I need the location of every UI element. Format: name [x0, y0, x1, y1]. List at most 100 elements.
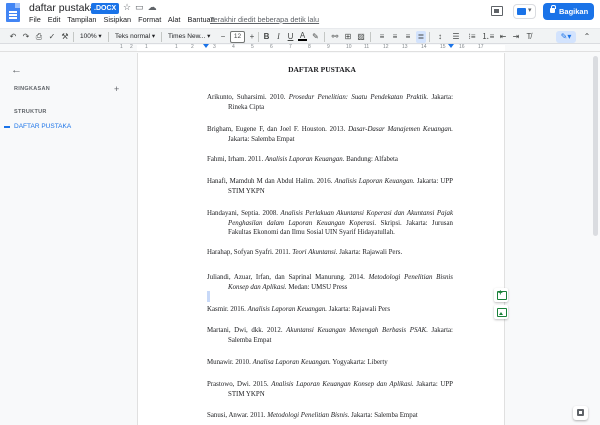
explore-icon[interactable]	[573, 406, 588, 420]
outline-item-daftar-pustaka[interactable]: DAFTAR PUSTAKA	[14, 123, 71, 130]
font-size-input[interactable]: 12	[230, 31, 245, 43]
star-icon[interactable]: ☆	[123, 2, 135, 12]
menu-format[interactable]: Format	[138, 15, 161, 24]
left-indent-marker[interactable]	[203, 44, 209, 48]
add-comment-icon[interactable]	[494, 288, 508, 302]
formatting-toolbar: ↶ ↷ ⎙ ✓ ⚒ 100% ▾ Teks normal ▾ Times New…	[0, 28, 600, 44]
toolbar-divider	[324, 32, 325, 42]
ruler-number: 14	[421, 44, 427, 50]
document-page[interactable]: DAFTAR PUSTAKA Arikunto, Suharsimi. 2010…	[137, 53, 505, 425]
menu-view[interactable]: Tampilan	[67, 15, 96, 24]
entry-title: Analisis Laporan Keuangan.	[247, 306, 328, 313]
menu-file[interactable]: File	[29, 15, 41, 24]
bibliography-entry: Harahap, Sofyan Syafri. 2011. Teori Akun…	[207, 248, 453, 258]
toolbar-divider	[108, 32, 109, 42]
menu-edit[interactable]: Edit	[48, 15, 61, 24]
ruler-number: 9	[327, 44, 330, 50]
ruler-number: 3	[213, 44, 216, 50]
clear-formatting-icon[interactable]: T̸	[524, 31, 534, 43]
meet-button[interactable]	[513, 4, 536, 19]
comment-history-icon[interactable]	[491, 6, 503, 16]
decrease-indent-icon[interactable]: ⇤	[498, 31, 508, 43]
ruler-number: 1	[120, 44, 123, 50]
entry-title: Dasar-Dasar Manajemen Keuangan.	[348, 126, 453, 133]
last-edit-link[interactable]: Terakhir diedit beberapa detik lalu	[210, 15, 319, 24]
document-title[interactable]: daftar pustaka	[29, 2, 96, 14]
back-arrow-icon[interactable]: ←	[11, 64, 22, 76]
underline-icon[interactable]: U	[286, 31, 295, 43]
font-select[interactable]: Times New... ▾	[168, 31, 210, 43]
increase-font-size-icon[interactable]: +	[248, 31, 256, 43]
entry-publisher: Yogyakarta: Liberty	[332, 359, 388, 366]
suggest-edit-icon[interactable]	[494, 305, 508, 319]
ruler-number: 7	[289, 44, 292, 50]
bibliography-entry: Brigham, Eugene F, dan Joel F. Houston. …	[207, 125, 453, 144]
structure-heading: STRUKTUR	[14, 109, 47, 115]
entry-publisher: Jakarta: Rajawali Pers	[328, 306, 391, 313]
move-folder-icon[interactable]: ▭	[135, 2, 148, 12]
ruler-number: 12	[383, 44, 389, 50]
ruler-number: 2	[191, 44, 194, 50]
insert-image-icon[interactable]: ▨	[356, 31, 366, 43]
highlight-icon[interactable]: ✎	[311, 31, 320, 43]
bulleted-list-icon[interactable]: ⁝≡	[465, 31, 479, 43]
insert-comment-icon[interactable]: ⊞	[343, 31, 353, 43]
cloud-saved-icon[interactable]: ☁	[148, 2, 161, 12]
bibliography-entry: Fahmi, Irham. 2011. Analisis Laporan Keu…	[207, 155, 453, 165]
toolbar-divider	[73, 32, 74, 42]
zoom-select[interactable]: 100% ▾	[80, 31, 102, 43]
undo-icon[interactable]: ↶	[8, 31, 18, 43]
text-color-icon[interactable]: A	[298, 31, 307, 41]
entry-author: Prastowo, Dwi. 2015.	[207, 381, 269, 388]
print-icon[interactable]: ⎙	[34, 31, 44, 43]
paint-format-icon[interactable]: ⚒	[60, 31, 70, 43]
entry-title: Teori Akuntansi.	[292, 249, 338, 256]
decrease-font-size-icon[interactable]: −	[219, 31, 227, 43]
share-button[interactable]: Bagikan	[543, 3, 594, 20]
menu-insert[interactable]: Sisipkan	[104, 15, 132, 24]
toolbar-divider	[258, 32, 259, 42]
align-center-icon[interactable]: ≡	[390, 31, 400, 43]
entry-publisher: Jakarta: Salemba Empat	[351, 412, 418, 419]
entry-author: Martani, Dwi, dkk. 2012.	[207, 327, 283, 334]
line-spacing-icon[interactable]: ↕	[434, 31, 446, 43]
bibliography-entry: Munawir. 2010. Analisa Laporan Keuangan.…	[207, 358, 453, 368]
link-icon[interactable]: ⚯	[330, 31, 340, 43]
align-justify-icon[interactable]: ≣	[416, 31, 426, 43]
increase-indent-icon[interactable]: ⇥	[511, 31, 521, 43]
italic-icon[interactable]: I	[274, 31, 283, 43]
align-left-icon[interactable]: ≡	[377, 31, 387, 43]
right-indent-marker[interactable]	[448, 44, 454, 48]
entry-author: Juliandi, Azuar, Irfan, dan Saprinal Man…	[207, 274, 365, 281]
add-summary-icon[interactable]: +	[114, 84, 119, 94]
title-bar: daftar pustaka .DOCX ☆▭☁ File Edit Tampi…	[0, 0, 600, 28]
menu-tools[interactable]: Alat	[168, 15, 181, 24]
redo-icon[interactable]: ↷	[21, 31, 31, 43]
collapse-menus-icon[interactable]: ⌃	[582, 31, 592, 43]
ruler-number: 13	[402, 44, 408, 50]
paragraph-style-value: Teks normal	[115, 33, 151, 40]
editing-mode-icon[interactable]: ✎▾	[556, 31, 576, 43]
toolbar-divider	[370, 32, 371, 42]
entry-author: Arikunto, Suharsimi. 2010.	[207, 94, 286, 101]
ruler-number: 8	[308, 44, 311, 50]
scroll-thumb[interactable]	[593, 56, 598, 236]
bibliography-entry: Prastowo, Dwi. 2015. Analisis Laporan Ke…	[207, 380, 453, 399]
entry-author: Munawir. 2010.	[207, 359, 251, 366]
entry-author: Harahap, Sofyan Syafri. 2011.	[207, 249, 291, 256]
align-right-icon[interactable]: ≡	[403, 31, 413, 43]
ruler-number: 16	[459, 44, 465, 50]
spellcheck-icon[interactable]: ✓	[47, 31, 57, 43]
docs-logo-icon[interactable]	[6, 3, 20, 22]
ruler-number: 2	[130, 44, 133, 50]
checklist-icon[interactable]: ☰	[449, 31, 463, 43]
numbered-list-icon[interactable]: ⒈≡	[481, 31, 495, 43]
entry-title: Analisis Laporan Keuangan.	[334, 178, 415, 185]
entry-title: Analisis Laporan Keuangan Konsep dan Apl…	[271, 381, 414, 388]
entry-title: Analisa Laporan Keuangan.	[252, 359, 331, 366]
ruler-number: 5	[251, 44, 254, 50]
share-label: Bagikan	[559, 7, 589, 16]
bold-icon[interactable]: B	[262, 31, 271, 43]
vertical-scrollbar[interactable]	[593, 54, 598, 414]
paragraph-style-select[interactable]: Teks normal ▾	[115, 31, 155, 43]
